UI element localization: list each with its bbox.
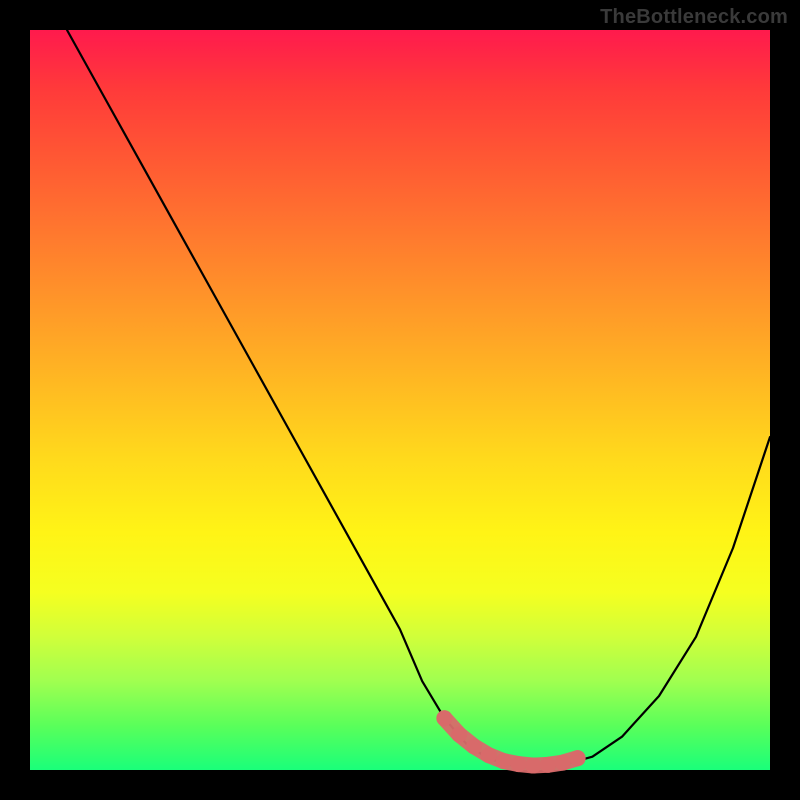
watermark-text: TheBottleneck.com [600,6,788,29]
marker-dot [451,726,467,742]
marker-dot [525,758,541,774]
chart-svg [30,30,770,770]
marker-dot [510,756,526,772]
marker-dot [540,757,556,773]
curve-path [67,30,770,766]
marker-dot [481,747,497,763]
marker-dot [436,710,452,726]
marker-dot [555,755,571,771]
marker-dot [496,753,512,769]
marker-points [436,710,585,773]
marker-dot [466,738,482,754]
marker-dot [570,750,586,766]
chart-container: TheBottleneck.com [0,0,800,800]
plot-area [30,30,770,770]
curve-line [67,30,770,766]
